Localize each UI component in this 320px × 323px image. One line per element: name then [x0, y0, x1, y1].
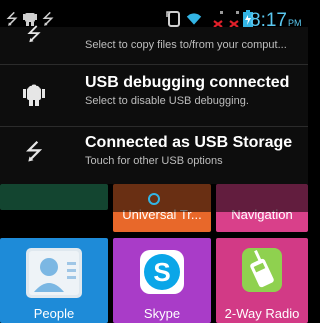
android-screen: Universal Tr... Navigation People S Skyp… [0, 0, 308, 323]
notification-usb-storage[interactable]: ⭍ Connected as USB Storage Touch for oth… [0, 127, 308, 184]
skype-tile[interactable]: S Skype [113, 238, 211, 323]
usb-icon: ⭍ [24, 140, 44, 165]
android-debug-icon [23, 84, 45, 106]
usb-icon: ⭍ [41, 9, 55, 28]
notification-subtitle: Select to disable USB debugging. [85, 95, 249, 107]
people-tile-label: People [33, 306, 75, 321]
notification-subtitle: Touch for other USB options [85, 155, 223, 167]
people-icon [26, 248, 82, 298]
signal-off-icon [213, 11, 223, 28]
notification-usb-debugging[interactable]: USB debugging connected Select to disabl… [0, 65, 308, 126]
svg-text:S: S [153, 257, 170, 287]
shade-handle[interactable] [148, 193, 160, 205]
people-tile[interactable]: People [0, 238, 108, 323]
notification-title: USB debugging connected [85, 74, 290, 91]
notification-subtitle: Select to copy files to/from your comput… [85, 39, 287, 51]
notification-usb-transfer[interactable]: ⭍ Select to copy files to/from your comp… [0, 24, 308, 64]
usb-icon: ⭍ [26, 24, 42, 45]
skype-icon: S [140, 250, 184, 294]
usb-icon: ⭍ [5, 9, 19, 28]
skype-tile-label: Skype [143, 306, 181, 321]
wifi-icon [186, 13, 202, 25]
two-way-radio-tile-label: 2-Way Radio [224, 306, 300, 321]
screen-rotate-icon [166, 11, 180, 27]
radio-icon [242, 248, 282, 292]
notification-title: Connected as USB Storage [85, 134, 293, 151]
two-way-radio-tile[interactable]: 2-Way Radio [216, 238, 308, 323]
